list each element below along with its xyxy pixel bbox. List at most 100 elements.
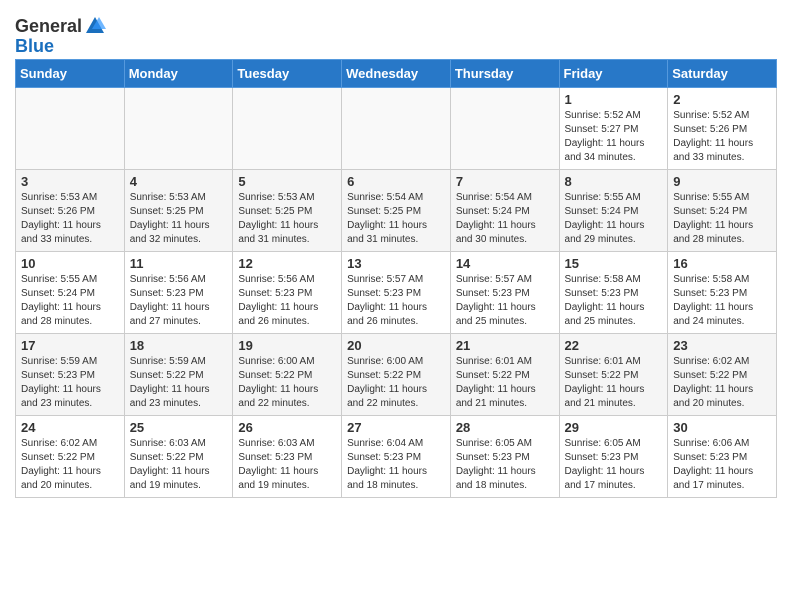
day-info: Sunrise: 6:02 AM Sunset: 5:22 PM Dayligh… (21, 437, 119, 493)
day-number: 14 (456, 256, 554, 271)
day-info: Sunrise: 5:58 AM Sunset: 5:23 PM Dayligh… (565, 273, 663, 329)
weekday-header: Thursday (450, 60, 559, 88)
day-number: 7 (456, 174, 554, 189)
day-info: Sunrise: 5:56 AM Sunset: 5:23 PM Dayligh… (130, 273, 228, 329)
logo-icon (84, 15, 106, 37)
day-number: 29 (565, 420, 663, 435)
calendar-week-row: 10 Sunrise: 5:55 AM Sunset: 5:24 PM Dayli… (16, 252, 777, 334)
calendar-day-cell: 30 Sunrise: 6:06 AM Sunset: 5:23 PM Dayli… (668, 416, 777, 498)
day-info: Sunrise: 6:03 AM Sunset: 5:22 PM Dayligh… (130, 437, 228, 493)
calendar-day-cell: 1 Sunrise: 5:52 AM Sunset: 5:27 PM Daylig… (559, 88, 668, 170)
calendar-day-cell: 6Sunrise: 5:54 AM Sunset: 5:25 PM Daylig… (342, 170, 451, 252)
calendar-day-cell: 19 Sunrise: 6:00 AM Sunset: 5:22 PM Dayli… (233, 334, 342, 416)
day-info: Sunrise: 5:56 AM Sunset: 5:23 PM Dayligh… (238, 273, 336, 329)
day-number: 12 (238, 256, 336, 271)
day-number: 20 (347, 338, 445, 353)
day-number: 24 (21, 420, 119, 435)
calendar-day-cell: 27Sunrise: 6:04 AM Sunset: 5:23 PM Dayli… (342, 416, 451, 498)
logo-general-text: General (15, 17, 82, 35)
day-number: 13 (347, 256, 445, 271)
weekday-header: Saturday (668, 60, 777, 88)
day-number: 25 (130, 420, 228, 435)
calendar-day-cell: 17Sunrise: 5:59 AM Sunset: 5:23 PM Dayli… (16, 334, 125, 416)
calendar-day-cell: 4 Sunrise: 5:53 AM Sunset: 5:25 PM Daylig… (124, 170, 233, 252)
calendar-day-cell: 22 Sunrise: 6:01 AM Sunset: 5:22 PM Dayli… (559, 334, 668, 416)
weekday-header: Wednesday (342, 60, 451, 88)
day-number: 5 (238, 174, 336, 189)
calendar-day-cell: 2 Sunrise: 5:52 AM Sunset: 5:26 PM Daylig… (668, 88, 777, 170)
calendar-day-cell: 11 Sunrise: 5:56 AM Sunset: 5:23 PM Dayli… (124, 252, 233, 334)
calendar-week-row: 3 Sunrise: 5:53 AM Sunset: 5:26 PM Daylig… (16, 170, 777, 252)
calendar-body: 1 Sunrise: 5:52 AM Sunset: 5:27 PM Daylig… (16, 88, 777, 498)
calendar-day-cell: 20Sunrise: 6:00 AM Sunset: 5:22 PM Dayli… (342, 334, 451, 416)
weekday-row: SundayMondayTuesdayWednesdayThursdayFrid… (16, 60, 777, 88)
day-info: Sunrise: 5:53 AM Sunset: 5:25 PM Dayligh… (130, 191, 228, 247)
day-number: 2 (673, 92, 771, 107)
day-info: Sunrise: 6:04 AM Sunset: 5:23 PM Dayligh… (347, 437, 445, 493)
calendar-day-cell: 14 Sunrise: 5:57 AM Sunset: 5:23 PM Dayli… (450, 252, 559, 334)
page-header: General Blue (15, 10, 777, 55)
day-info: Sunrise: 6:02 AM Sunset: 5:22 PM Dayligh… (673, 355, 771, 411)
day-number: 19 (238, 338, 336, 353)
weekday-header: Sunday (16, 60, 125, 88)
day-number: 18 (130, 338, 228, 353)
calendar-day-cell (233, 88, 342, 170)
day-info: Sunrise: 5:59 AM Sunset: 5:22 PM Dayligh… (130, 355, 228, 411)
calendar-day-cell: 3 Sunrise: 5:53 AM Sunset: 5:26 PM Daylig… (16, 170, 125, 252)
day-number: 26 (238, 420, 336, 435)
calendar-day-cell: 21Sunrise: 6:01 AM Sunset: 5:22 PM Dayli… (450, 334, 559, 416)
calendar-day-cell: 12 Sunrise: 5:56 AM Sunset: 5:23 PM Dayli… (233, 252, 342, 334)
day-number: 3 (21, 174, 119, 189)
calendar-day-cell: 26 Sunrise: 6:03 AM Sunset: 5:23 PM Dayli… (233, 416, 342, 498)
day-number: 10 (21, 256, 119, 271)
calendar-week-row: 1 Sunrise: 5:52 AM Sunset: 5:27 PM Daylig… (16, 88, 777, 170)
day-info: Sunrise: 5:52 AM Sunset: 5:27 PM Dayligh… (565, 109, 663, 165)
calendar-day-cell: 28Sunrise: 6:05 AM Sunset: 5:23 PM Dayli… (450, 416, 559, 498)
day-number: 22 (565, 338, 663, 353)
calendar-header: SundayMondayTuesdayWednesdayThursdayFrid… (16, 60, 777, 88)
day-number: 11 (130, 256, 228, 271)
day-info: Sunrise: 5:57 AM Sunset: 5:23 PM Dayligh… (347, 273, 445, 329)
weekday-header: Tuesday (233, 60, 342, 88)
day-number: 4 (130, 174, 228, 189)
day-info: Sunrise: 5:55 AM Sunset: 5:24 PM Dayligh… (565, 191, 663, 247)
day-number: 16 (673, 256, 771, 271)
day-info: Sunrise: 6:06 AM Sunset: 5:23 PM Dayligh… (673, 437, 771, 493)
calendar-day-cell: 16 Sunrise: 5:58 AM Sunset: 5:23 PM Dayli… (668, 252, 777, 334)
calendar-day-cell: 8 Sunrise: 5:55 AM Sunset: 5:24 PM Daylig… (559, 170, 668, 252)
day-info: Sunrise: 5:58 AM Sunset: 5:23 PM Dayligh… (673, 273, 771, 329)
calendar-day-cell: 10 Sunrise: 5:55 AM Sunset: 5:24 PM Dayli… (16, 252, 125, 334)
weekday-header: Monday (124, 60, 233, 88)
day-number: 23 (673, 338, 771, 353)
calendar-day-cell: 13 Sunrise: 5:57 AM Sunset: 5:23 PM Dayli… (342, 252, 451, 334)
day-number: 1 (565, 92, 663, 107)
day-info: Sunrise: 6:05 AM Sunset: 5:23 PM Dayligh… (565, 437, 663, 493)
calendar-day-cell: 18 Sunrise: 5:59 AM Sunset: 5:22 PM Dayli… (124, 334, 233, 416)
logo: General Blue (15, 10, 106, 55)
calendar-day-cell (124, 88, 233, 170)
day-info: Sunrise: 6:01 AM Sunset: 5:22 PM Dayligh… (565, 355, 663, 411)
weekday-header: Friday (559, 60, 668, 88)
day-info: Sunrise: 5:59 AM Sunset: 5:23 PM Dayligh… (21, 355, 119, 411)
day-info: Sunrise: 5:53 AM Sunset: 5:25 PM Dayligh… (238, 191, 336, 247)
calendar-day-cell (16, 88, 125, 170)
calendar-day-cell: 5 Sunrise: 5:53 AM Sunset: 5:25 PM Daylig… (233, 170, 342, 252)
day-number: 8 (565, 174, 663, 189)
day-number: 28 (456, 420, 554, 435)
calendar-day-cell: 9Sunrise: 5:55 AM Sunset: 5:24 PM Daylig… (668, 170, 777, 252)
day-info: Sunrise: 5:55 AM Sunset: 5:24 PM Dayligh… (21, 273, 119, 329)
day-info: Sunrise: 5:57 AM Sunset: 5:23 PM Dayligh… (456, 273, 554, 329)
calendar-table: SundayMondayTuesdayWednesdayThursdayFrid… (15, 59, 777, 498)
calendar-day-cell: 24 Sunrise: 6:02 AM Sunset: 5:22 PM Dayli… (16, 416, 125, 498)
day-info: Sunrise: 5:52 AM Sunset: 5:26 PM Dayligh… (673, 109, 771, 165)
day-info: Sunrise: 6:03 AM Sunset: 5:23 PM Dayligh… (238, 437, 336, 493)
calendar-week-row: 24 Sunrise: 6:02 AM Sunset: 5:22 PM Dayli… (16, 416, 777, 498)
day-info: Sunrise: 6:00 AM Sunset: 5:22 PM Dayligh… (238, 355, 336, 411)
calendar-day-cell: 23 Sunrise: 6:02 AM Sunset: 5:22 PM Dayli… (668, 334, 777, 416)
calendar-day-cell: 7 Sunrise: 5:54 AM Sunset: 5:24 PM Daylig… (450, 170, 559, 252)
day-info: Sunrise: 5:54 AM Sunset: 5:24 PM Dayligh… (456, 191, 554, 247)
calendar-day-cell: 29 Sunrise: 6:05 AM Sunset: 5:23 PM Dayli… (559, 416, 668, 498)
day-info: Sunrise: 5:53 AM Sunset: 5:26 PM Dayligh… (21, 191, 119, 247)
logo-blue-text: Blue (15, 37, 54, 55)
day-number: 30 (673, 420, 771, 435)
